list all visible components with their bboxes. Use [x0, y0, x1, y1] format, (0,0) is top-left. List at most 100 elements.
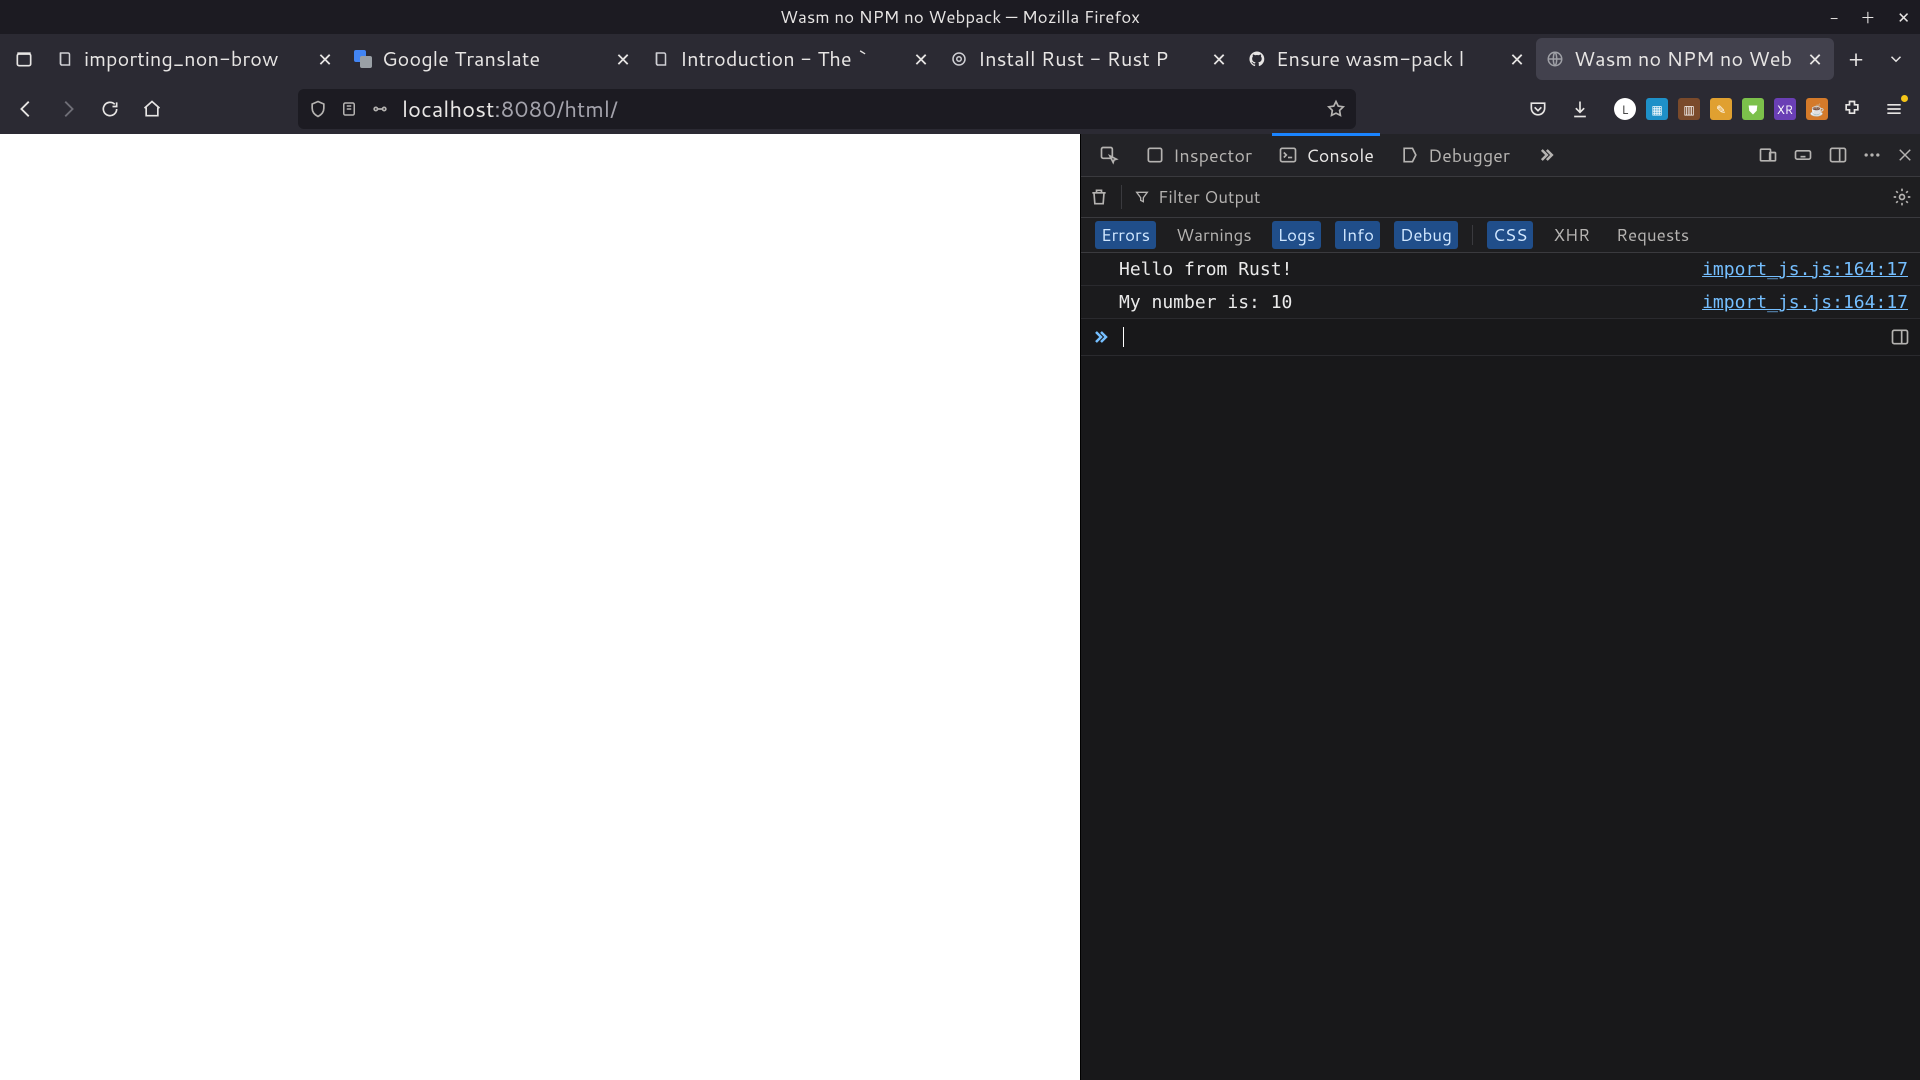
- app-menu-button[interactable]: [1876, 91, 1912, 127]
- tab-favicon-icon: [1546, 50, 1564, 68]
- devtools-element-picker[interactable]: [1087, 134, 1131, 176]
- browser-tab[interactable]: Wasm no NPM no Web ✕: [1536, 38, 1834, 80]
- extension-icons: L ▦ ▥ ✎ ⛊ XR ☕: [1614, 98, 1828, 120]
- tab-favicon-icon: [354, 50, 372, 68]
- browser-tab[interactable]: Ensure wasm-pack l ✕: [1238, 38, 1536, 80]
- console-message-source-link[interactable]: import_js.js:164:17: [1702, 259, 1908, 280]
- tab-close-icon[interactable]: ✕: [912, 46, 930, 72]
- console-settings-icon[interactable]: [1892, 187, 1912, 207]
- extension-icon[interactable]: L: [1614, 98, 1636, 120]
- extension-icon[interactable]: XR: [1774, 98, 1796, 120]
- devtools-more-tabs-button[interactable]: [1524, 134, 1568, 176]
- console-category-logs[interactable]: Logs: [1272, 221, 1322, 249]
- browser-tab[interactable]: Google Translate ✕: [344, 38, 642, 80]
- tab-favicon-icon: [652, 50, 670, 68]
- console-category-debug[interactable]: Debug: [1394, 221, 1458, 249]
- console-category-requests[interactable]: Requests: [1610, 221, 1695, 249]
- tab-close-icon[interactable]: ✕: [1508, 46, 1526, 72]
- window-maximize-button[interactable]: ＋: [1860, 7, 1875, 28]
- shield-icon[interactable]: [308, 99, 328, 119]
- console-messages: Hello from Rust!import_js.js:164:17My nu…: [1081, 253, 1920, 319]
- console-message-source-link[interactable]: import_js.js:164:17: [1702, 292, 1908, 313]
- tab-favicon-icon: [950, 50, 968, 68]
- console-prompt[interactable]: [1081, 319, 1920, 356]
- recent-browsing-button[interactable]: [6, 41, 42, 77]
- downloads-button[interactable]: [1562, 91, 1598, 127]
- console-category-info[interactable]: Info: [1335, 221, 1380, 249]
- window-titlebar: Wasm no NPM no Webpack — Mozilla Firefox…: [0, 0, 1920, 34]
- tab-label: Google Translate: [382, 45, 604, 73]
- window-title: Wasm no NPM no Webpack — Mozilla Firefox: [780, 5, 1140, 29]
- tab-label: Wasm no NPM no Web: [1574, 45, 1796, 73]
- tab-close-icon[interactable]: ✕: [614, 46, 632, 72]
- console-category-css[interactable]: CSS: [1487, 221, 1534, 249]
- extensions-button[interactable]: [1834, 91, 1870, 127]
- tab-close-icon[interactable]: ✕: [1210, 46, 1228, 72]
- console-filter-placeholder: Filter Output: [1158, 185, 1260, 209]
- console-sidebar-toggle-icon[interactable]: [1890, 327, 1910, 347]
- tab-overflow-button[interactable]: [1878, 41, 1914, 77]
- new-tab-button[interactable]: +: [1838, 41, 1874, 77]
- forward-button[interactable]: [50, 91, 86, 127]
- console-empty-area: [1081, 356, 1920, 1080]
- tab-bar: importing_non-brow✕Google Translate✕Intr…: [0, 34, 1920, 84]
- devtools-dock-icon[interactable]: [1828, 145, 1848, 165]
- console-category-errors[interactable]: Errors: [1095, 221, 1156, 249]
- tab-close-icon[interactable]: ✕: [316, 46, 334, 72]
- tab-label: Install Rust - Rust P: [978, 45, 1200, 73]
- console-message-text: Hello from Rust!: [1119, 259, 1292, 280]
- page-content: [0, 134, 1080, 1080]
- bookmark-star-icon[interactable]: [1326, 99, 1346, 119]
- console-message-text: My number is: 10: [1119, 292, 1292, 313]
- devtools-keyboard-icon[interactable]: [1792, 145, 1814, 165]
- console-category-bar: Errors Warnings Logs Info Debug CSS XHR Request…: [1081, 218, 1920, 253]
- devtools-header: Inspector Console Debugger: [1081, 134, 1920, 177]
- home-button[interactable]: [134, 91, 170, 127]
- devtools-tab-label: Inspector: [1173, 142, 1252, 168]
- browser-tab[interactable]: importing_non-brow ✕: [46, 38, 344, 80]
- console-message[interactable]: My number is: 10 import_js.js:164:17: [1081, 286, 1920, 319]
- tab-favicon-icon: [1248, 50, 1266, 68]
- console-category-warnings[interactable]: Warnings: [1170, 221, 1258, 249]
- reload-button[interactable]: [92, 91, 128, 127]
- browser-tab[interactable]: Introduction - The ` ✕: [642, 38, 940, 80]
- tab-close-icon[interactable]: ✕: [1806, 46, 1824, 72]
- extension-icon[interactable]: ▦: [1646, 98, 1668, 120]
- devtools-meatball-icon[interactable]: [1862, 145, 1882, 165]
- url-text: localhost:8080/html/: [402, 94, 618, 125]
- trash-icon[interactable]: [1089, 187, 1109, 207]
- extension-icon[interactable]: ▥: [1678, 98, 1700, 120]
- url-bar[interactable]: localhost:8080/html/: [298, 89, 1356, 129]
- devtools-tab-debugger[interactable]: Debugger: [1388, 134, 1522, 176]
- extension-icon[interactable]: ☕: [1806, 98, 1828, 120]
- tab-label: Ensure wasm-pack l: [1276, 45, 1498, 73]
- page-info-icon[interactable]: [340, 100, 358, 118]
- devtools-tab-label: Debugger: [1428, 142, 1510, 168]
- navigation-toolbar: localhost:8080/html/ L ▦ ▥ ✎ ⛊ XR ☕: [0, 84, 1920, 134]
- devtools-panel: Inspector Console Debugger: [1080, 134, 1920, 1080]
- console-prompt-cursor: [1123, 327, 1124, 347]
- pocket-button[interactable]: [1520, 91, 1556, 127]
- devtools-close-icon[interactable]: [1896, 146, 1914, 164]
- window-close-button[interactable]: ✕: [1897, 7, 1910, 28]
- window-minimize-button[interactable]: −: [1830, 7, 1838, 28]
- tab-label: Introduction - The `: [680, 45, 902, 73]
- devtools-tab-inspector[interactable]: Inspector: [1133, 134, 1264, 176]
- devtools-tab-console[interactable]: Console: [1266, 134, 1386, 176]
- tab-favicon-icon: [56, 50, 74, 68]
- console-prompt-chevron-icon: [1091, 327, 1111, 347]
- extension-icon[interactable]: ✎: [1710, 98, 1732, 120]
- browser-tab[interactable]: Install Rust - Rust P ✕: [940, 38, 1238, 80]
- console-filter-bar: Filter Output: [1081, 177, 1920, 218]
- tab-label: importing_non-brow: [84, 45, 306, 73]
- back-button[interactable]: [8, 91, 44, 127]
- devtools-tab-label: Console: [1306, 142, 1374, 168]
- separator: [1472, 225, 1473, 245]
- connection-icon[interactable]: [370, 99, 390, 119]
- console-category-xhr[interactable]: XHR: [1547, 221, 1596, 249]
- extension-icon[interactable]: ⛊: [1742, 98, 1764, 120]
- funnel-icon: [1134, 189, 1150, 205]
- console-message[interactable]: Hello from Rust! import_js.js:164:17: [1081, 253, 1920, 286]
- console-filter-input[interactable]: Filter Output: [1134, 183, 1880, 211]
- devtools-rdm-icon[interactable]: [1758, 145, 1778, 165]
